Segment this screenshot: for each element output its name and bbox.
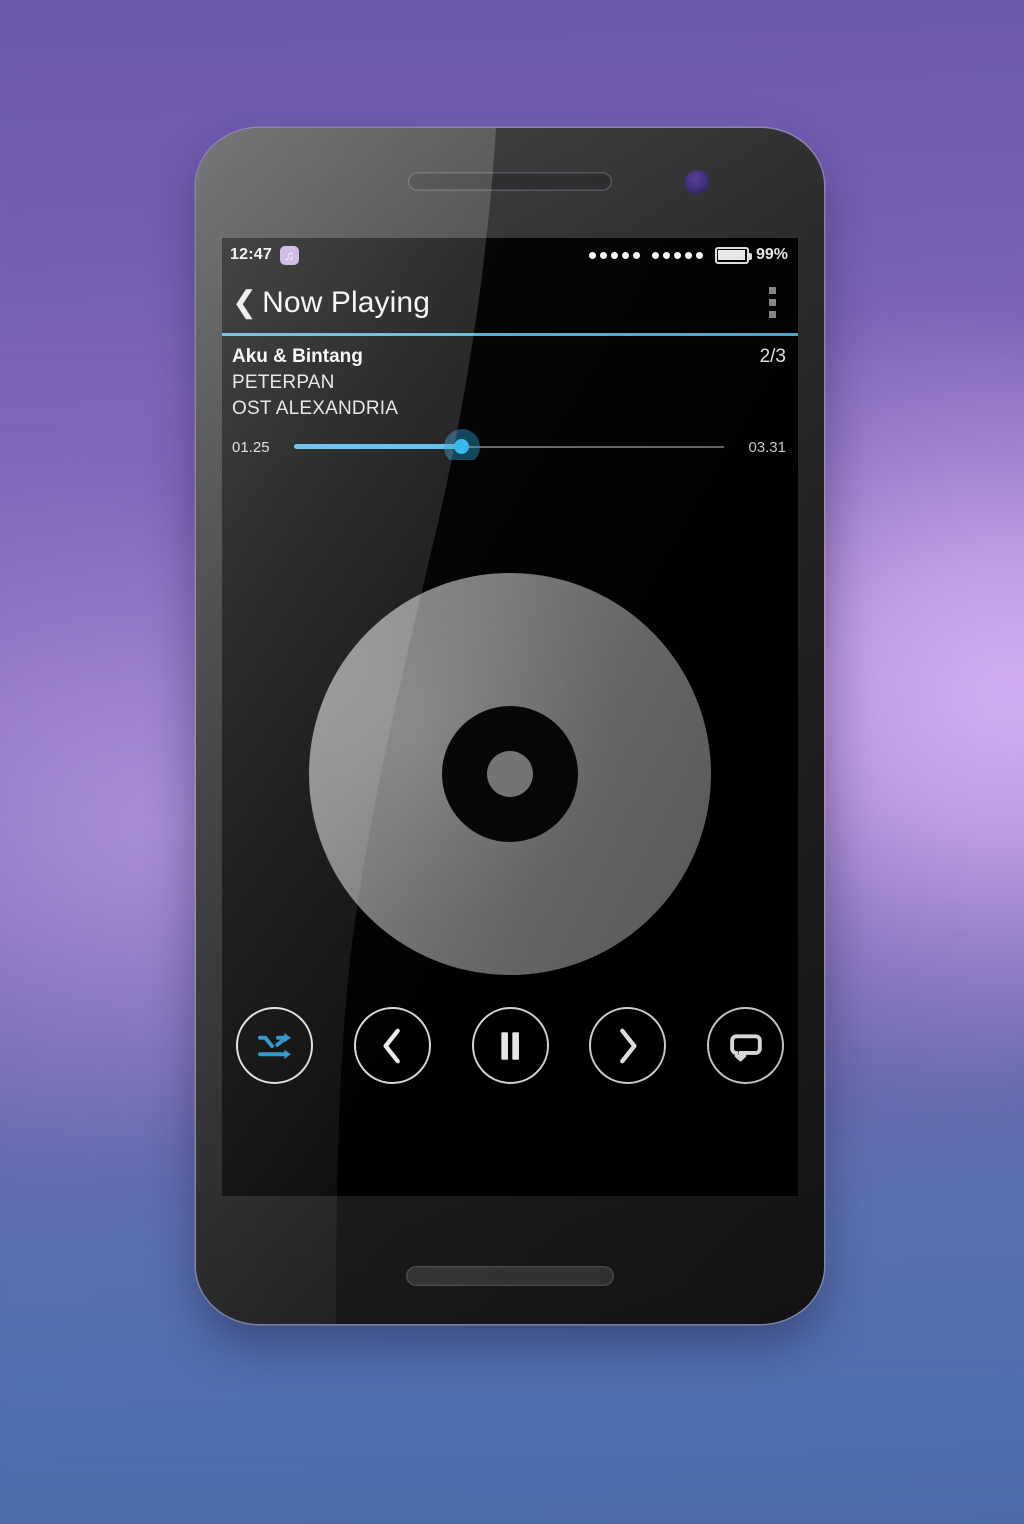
page-title: Now Playing	[262, 285, 430, 319]
seek-slider[interactable]	[294, 428, 724, 465]
signal-dots-right	[651, 251, 703, 259]
status-bar: 12:47 ♫ 99%	[222, 238, 798, 272]
track-position-label: 2/3	[759, 346, 786, 367]
music-note-icon: ♫	[279, 245, 299, 265]
track-artist: PETERPAN	[232, 372, 335, 393]
front-camera	[685, 170, 709, 194]
back-chevron-icon[interactable]: ❮	[226, 287, 261, 318]
next-button[interactable]	[589, 1007, 667, 1084]
track-album: OST ALEXANDRIA	[232, 398, 399, 419]
seek-track-fill	[294, 444, 462, 449]
previous-button[interactable]	[353, 1007, 431, 1084]
pause-button[interactable]	[471, 1007, 549, 1084]
playback-controls	[222, 1007, 798, 1084]
pause-icon	[497, 1030, 523, 1062]
overflow-menu-icon[interactable]	[759, 281, 786, 324]
phone-screen: 12:47 ♫ 99% ❮ Now Playing Aku & Bintang …	[222, 238, 798, 1196]
wallpaper-stage: 12:47 ♫ 99% ❮ Now Playing Aku & Bintang …	[0, 0, 1024, 1524]
status-bar-time: 12:47	[230, 246, 272, 263]
bottom-speaker-grille	[406, 1266, 614, 1286]
music-note-glyph: ♫	[284, 247, 295, 263]
album-art-area	[222, 460, 798, 1096]
track-info-panel: Aku & Bintang 2/3 PETERPAN OST ALEXANDRI…	[222, 336, 798, 465]
next-icon	[615, 1027, 641, 1065]
duration-label: 03.31	[748, 438, 786, 456]
previous-icon	[379, 1027, 405, 1065]
phone-device: 12:47 ♫ 99% ❮ Now Playing Aku & Bintang …	[196, 128, 824, 1324]
repeat-button[interactable]	[707, 1007, 784, 1084]
seek-bar-row: 01.25 03.31	[232, 428, 786, 465]
track-title: Aku & Bintang	[232, 346, 363, 367]
battery-percent-label: 99%	[755, 246, 788, 263]
repeat-icon	[728, 1030, 764, 1062]
action-bar: ❮ Now Playing	[222, 272, 798, 336]
earpiece-speaker	[408, 172, 612, 191]
shuffle-icon	[257, 1031, 293, 1061]
compact-disc-icon[interactable]	[248, 512, 772, 1036]
shuffle-button[interactable]	[236, 1007, 313, 1084]
battery-full-icon	[714, 246, 752, 264]
elapsed-time-label: 01.25	[232, 438, 270, 456]
signal-dots-left	[588, 251, 640, 259]
track-title-row: Aku & Bintang 2/3	[232, 346, 786, 368]
